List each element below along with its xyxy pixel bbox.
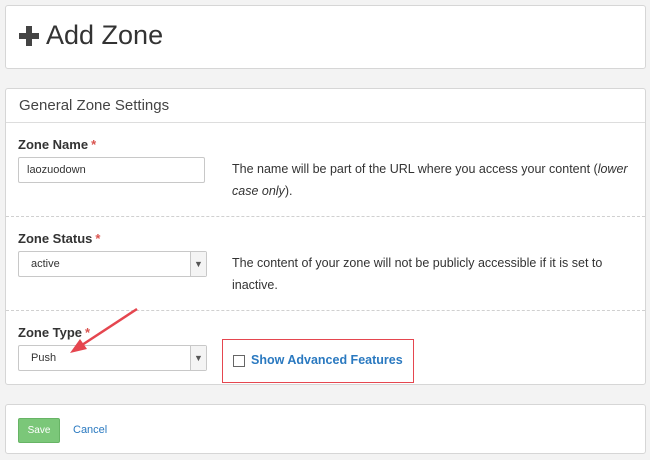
required-marker: * bbox=[85, 325, 91, 340]
chevron-down-icon[interactable]: ▼ bbox=[190, 346, 206, 370]
zone-type-label: Zone Type * bbox=[18, 325, 91, 340]
zone-type-select[interactable]: Push ▼ bbox=[18, 345, 207, 371]
advanced-features-checkbox[interactable] bbox=[233, 355, 245, 367]
settings-heading: General Zone Settings bbox=[6, 89, 645, 123]
plus-icon bbox=[19, 25, 39, 46]
zone-type-value: Push bbox=[31, 352, 57, 364]
zone-status-help: The content of your zone will not be pub… bbox=[232, 256, 603, 292]
zone-status-section: Zone Status * active ▼ The content of you… bbox=[6, 217, 645, 311]
required-marker: * bbox=[95, 231, 101, 246]
page-header: Add Zone bbox=[5, 5, 646, 69]
page-title-row: Add Zone bbox=[19, 20, 163, 51]
chevron-down-icon[interactable]: ▼ bbox=[190, 252, 206, 276]
advanced-features-label[interactable]: Show Advanced Features bbox=[251, 353, 403, 367]
zone-type-section: Zone Type * Push ▼ Show Advanced Features bbox=[6, 311, 645, 385]
zone-name-help: The name will be part of the URL where y… bbox=[232, 162, 628, 198]
settings-panel: General Zone Settings Zone Name* The nam… bbox=[5, 88, 646, 385]
save-button[interactable]: Save bbox=[18, 418, 60, 443]
form-footer: Save Cancel bbox=[5, 404, 646, 454]
advanced-features-highlight: Show Advanced Features bbox=[222, 339, 414, 383]
zone-name-label: Zone Name * bbox=[18, 137, 97, 152]
zone-status-label: Zone Status * bbox=[18, 231, 101, 246]
zone-name-input[interactable] bbox=[18, 157, 205, 183]
zone-status-select[interactable]: active ▼ bbox=[18, 251, 207, 277]
cancel-link[interactable]: Cancel bbox=[73, 424, 107, 436]
zone-name-section: Zone Name* The name will be part of the … bbox=[6, 123, 645, 217]
page-title: Add Zone bbox=[46, 20, 164, 50]
required-marker: * bbox=[91, 137, 97, 152]
zone-status-value: active bbox=[31, 258, 60, 270]
